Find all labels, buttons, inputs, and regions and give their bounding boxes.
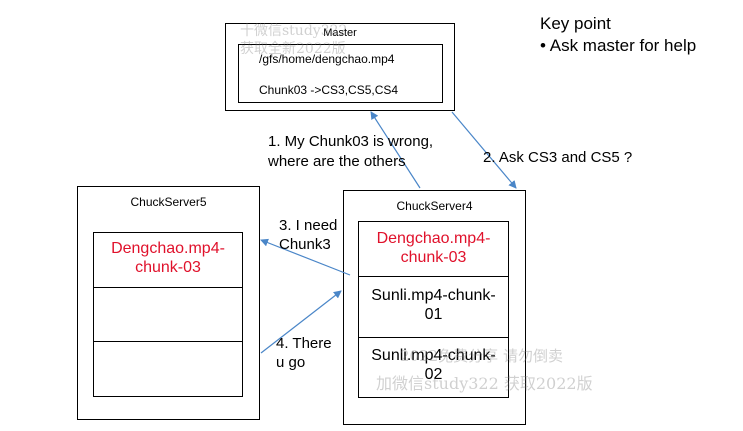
watermark-text: 十微信study322	[240, 23, 348, 39]
step1-label: 1. My Chunk03 is wrong, where are the ot…	[268, 133, 434, 170]
step3-label: 3. I need Chunk3	[279, 217, 338, 253]
watermark-text: 获取全新2022版	[240, 41, 346, 57]
watermark-text: 加微信study322 获取2022版	[376, 374, 593, 393]
step2-label: 2. Ask CS3 and CS5 ?	[483, 149, 633, 166]
watermark-text: 2022免费分享 请勿倒卖	[400, 347, 563, 365]
arrows-layer	[260, 111, 517, 354]
step4-label: 4. There u go	[276, 335, 332, 371]
